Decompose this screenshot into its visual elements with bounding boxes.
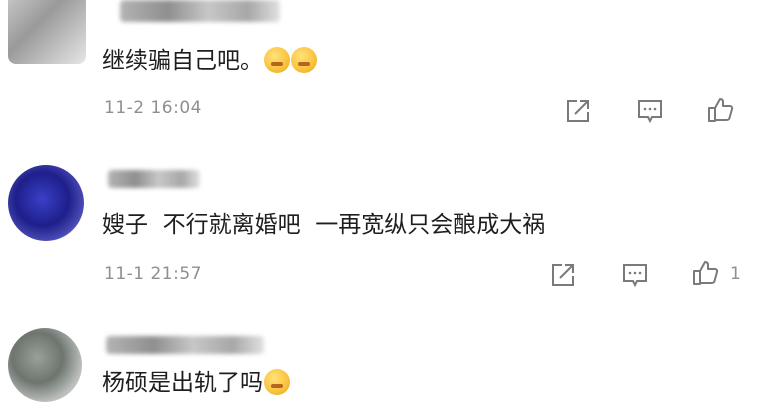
comment-text-content: 杨硕是出轨了吗 bbox=[102, 370, 263, 396]
comment-text-content: 继续骗自己吧。 bbox=[102, 48, 263, 74]
shushing-face-emoji bbox=[291, 47, 317, 73]
avatar[interactable] bbox=[8, 0, 86, 64]
share-icon[interactable] bbox=[548, 260, 578, 290]
comment-icon[interactable] bbox=[635, 96, 665, 126]
thumbs-up-icon[interactable] bbox=[705, 95, 735, 125]
avatar[interactable] bbox=[8, 328, 82, 402]
like-count: 1 bbox=[730, 264, 741, 284]
avatar[interactable] bbox=[8, 165, 84, 241]
comment-timestamp: 11-2 16:04 bbox=[104, 98, 202, 118]
shushing-face-emoji bbox=[264, 47, 290, 73]
crying-face-emoji bbox=[264, 369, 290, 395]
comment-text: 杨硕是出轨了吗 bbox=[102, 368, 290, 398]
comment-text-content: 嫂子 不行就离婚吧 一再宽纵只会酿成大祸 bbox=[102, 212, 546, 238]
username-blurred[interactable] bbox=[108, 170, 200, 188]
comment-item: 嫂子 不行就离婚吧 一再宽纵只会酿成大祸 11-1 21:57 1 bbox=[0, 140, 768, 300]
comment-text: 继续骗自己吧。 bbox=[102, 46, 317, 76]
comment-text: 嫂子 不行就离婚吧 一再宽纵只会酿成大祸 bbox=[102, 210, 545, 240]
comment-item: 继续骗自己吧。 11-2 16:04 bbox=[0, 0, 768, 140]
comment-timestamp: 11-1 21:57 bbox=[104, 264, 202, 284]
comment-item: 杨硕是出轨了吗 bbox=[0, 300, 768, 417]
comment-icon[interactable] bbox=[620, 260, 650, 290]
share-icon[interactable] bbox=[563, 96, 593, 126]
thumbs-up-icon[interactable] bbox=[690, 258, 720, 288]
username-blurred[interactable] bbox=[120, 0, 280, 22]
username-blurred[interactable] bbox=[106, 336, 264, 354]
